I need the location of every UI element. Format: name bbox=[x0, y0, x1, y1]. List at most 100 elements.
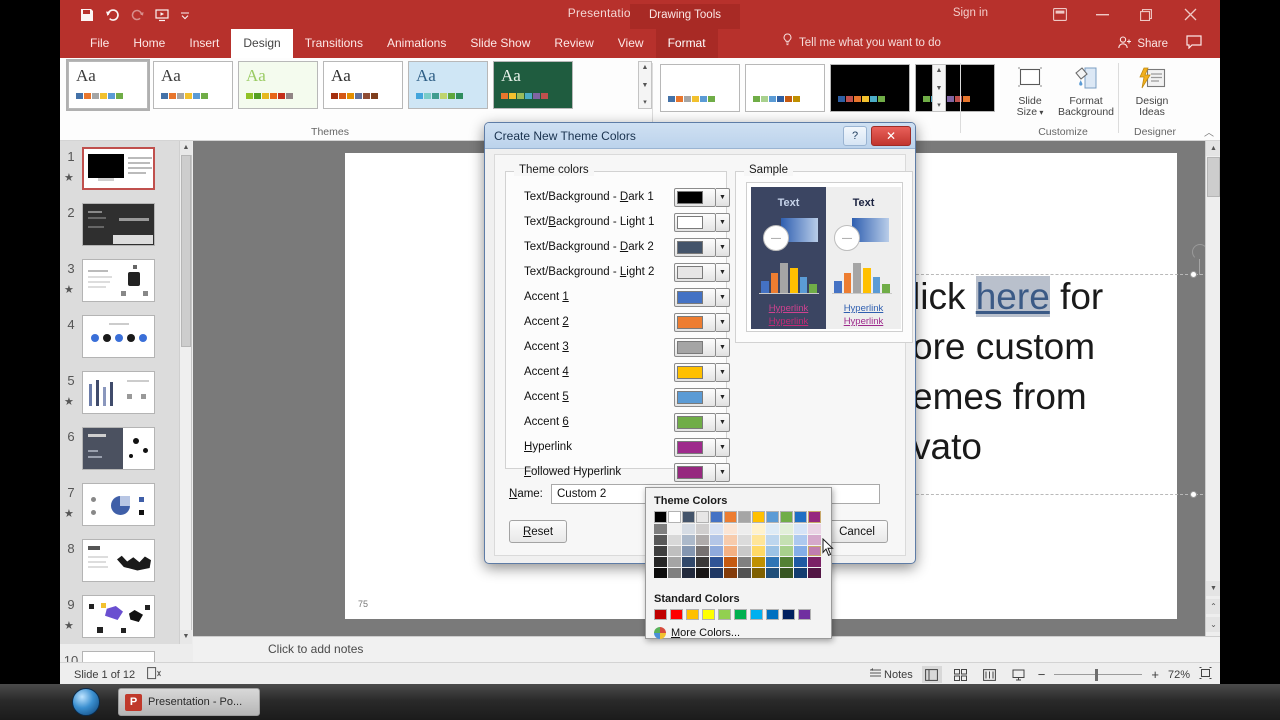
standard-color-cell[interactable] bbox=[766, 609, 779, 620]
slide-scroll-up-icon[interactable]: ▲ bbox=[1206, 141, 1220, 156]
gallery-scroll-up-icon[interactable]: ▲ bbox=[642, 62, 649, 73]
thumbnail-item-3[interactable]: 3★ bbox=[60, 259, 192, 302]
gallery-more-icon[interactable]: ▾ bbox=[643, 97, 647, 108]
thumbnail-preview[interactable] bbox=[82, 259, 155, 302]
chevron-down-icon[interactable]: ▼ bbox=[716, 388, 730, 407]
standard-color-cell[interactable] bbox=[782, 609, 795, 620]
collapse-ribbon-icon[interactable]: ︿ bbox=[1204, 124, 1214, 139]
theme-tint-cell[interactable] bbox=[808, 546, 821, 556]
close-icon[interactable] bbox=[1168, 0, 1212, 29]
theme-tint-cell[interactable] bbox=[752, 524, 765, 534]
share-button[interactable]: Share bbox=[1118, 36, 1168, 52]
slide-scroll-thumb[interactable] bbox=[1207, 157, 1220, 197]
chevron-down-icon[interactable]: ▼ bbox=[716, 213, 730, 232]
theme-tint-cell[interactable] bbox=[808, 535, 821, 545]
theme-tint-cell[interactable] bbox=[766, 568, 779, 578]
tab-format[interactable]: Format bbox=[656, 29, 718, 58]
thumbnail-item-7[interactable]: 7★ bbox=[60, 483, 192, 526]
text-placeholder[interactable]: lick here for ore custom emes from vato bbox=[911, 274, 1220, 495]
theme-tint-cell[interactable] bbox=[780, 568, 793, 578]
ribbon-theme-dividend[interactable]: Aa bbox=[408, 61, 488, 109]
standard-colors-grid[interactable] bbox=[654, 609, 813, 620]
slide-vertical-scrollbar[interactable]: ▲ ▼ ⌃ ⌄ bbox=[1205, 141, 1220, 636]
color-dropdown-followed-hyperlink[interactable]: ▼ bbox=[674, 463, 730, 482]
theme-tint-cell[interactable] bbox=[752, 568, 765, 578]
standard-color-cell[interactable] bbox=[702, 609, 715, 620]
theme-colors-grid[interactable] bbox=[654, 511, 821, 578]
ribbon-theme-white-b[interactable] bbox=[745, 64, 825, 112]
chevron-down-icon[interactable]: ▼ bbox=[716, 438, 730, 457]
theme-tint-cell[interactable] bbox=[696, 546, 709, 556]
standard-color-cell[interactable] bbox=[718, 609, 731, 620]
ribbon-theme-wisp[interactable]: Aa bbox=[323, 61, 403, 109]
theme-tint-cell[interactable] bbox=[710, 524, 723, 534]
zoom-in-button[interactable]: + bbox=[1151, 667, 1159, 682]
color-dropdown-hyperlink[interactable]: ▼ bbox=[674, 438, 730, 457]
notes-pane[interactable]: Click to add notes bbox=[193, 636, 1220, 662]
theme-tint-cell[interactable] bbox=[738, 524, 751, 534]
tab-transitions[interactable]: Transitions bbox=[293, 29, 375, 58]
theme-color-cell[interactable] bbox=[738, 511, 751, 523]
theme-tint-cell[interactable] bbox=[654, 568, 667, 578]
reset-button[interactable]: Reset bbox=[509, 520, 567, 543]
theme-tint-cell[interactable] bbox=[752, 546, 765, 556]
color-swatch-button-hyperlink[interactable] bbox=[674, 438, 716, 457]
themes-gallery-scroll[interactable]: ▲ ▼ ▾ bbox=[638, 61, 652, 109]
theme-tint-cell[interactable] bbox=[682, 568, 695, 578]
variants-more-icon[interactable]: ▾ bbox=[937, 100, 941, 111]
theme-tint-cell[interactable] bbox=[808, 557, 821, 567]
theme-tint-cell[interactable] bbox=[710, 546, 723, 556]
theme-tint-cell[interactable] bbox=[696, 524, 709, 534]
ribbon-theme-black-b[interactable] bbox=[915, 64, 995, 112]
themes-gallery[interactable]: AaAaAaAaAaAa bbox=[68, 61, 573, 109]
color-picker-dropdown[interactable]: Theme Colors Standard Colors More Colors… bbox=[645, 487, 832, 639]
thumbnail-item-2[interactable]: 2★ bbox=[60, 203, 192, 246]
color-swatch-button-accent-5[interactable] bbox=[674, 388, 716, 407]
ribbon-theme-plain[interactable]: Aa bbox=[153, 61, 233, 109]
theme-tint-cell[interactable] bbox=[794, 546, 807, 556]
theme-tint-cell[interactable] bbox=[710, 568, 723, 578]
zoom-slider-knob[interactable] bbox=[1095, 669, 1098, 681]
theme-tint-cell[interactable] bbox=[724, 535, 737, 545]
variants-gallery-scroll[interactable]: ▲ ▼ ▾ bbox=[932, 64, 946, 112]
tab-design[interactable]: Design bbox=[231, 29, 292, 58]
zoom-slider[interactable] bbox=[1054, 668, 1142, 682]
theme-color-cell[interactable] bbox=[752, 511, 765, 523]
slide-size-button[interactable]: Slide Size ▾ bbox=[1008, 67, 1052, 119]
theme-tint-cell[interactable] bbox=[710, 535, 723, 545]
ribbon-theme-facet[interactable]: Aa bbox=[238, 61, 318, 109]
taskbar-item-powerpoint[interactable]: P Presentation - Po... bbox=[118, 688, 260, 716]
color-swatch-button-followed-hyperlink[interactable] bbox=[674, 463, 716, 482]
standard-color-cell[interactable] bbox=[654, 609, 667, 620]
thumbnail-scrollbar[interactable]: ▲ ▼ bbox=[179, 141, 191, 644]
accessibility-checker-icon[interactable] bbox=[147, 667, 161, 683]
chevron-down-icon[interactable]: ▼ bbox=[716, 313, 730, 332]
color-swatch-button-text-background-dark-2[interactable] bbox=[674, 238, 716, 257]
thumbnail-preview[interactable] bbox=[82, 595, 155, 638]
slide-thumbnail-pane[interactable]: 1★2★3★4★5★6★7★8★9★10 ▲ ▼ bbox=[60, 141, 192, 644]
thumbnail-preview[interactable] bbox=[82, 203, 155, 246]
theme-tint-cell[interactable] bbox=[766, 524, 779, 534]
color-swatch-button-accent-1[interactable] bbox=[674, 288, 716, 307]
fit-slide-to-window-icon[interactable] bbox=[1199, 667, 1212, 682]
ribbon-theme-quotable[interactable]: Aa bbox=[493, 61, 573, 109]
resize-handle-bc[interactable] bbox=[1190, 491, 1197, 498]
zoom-level-label[interactable]: 72% bbox=[1168, 669, 1190, 681]
color-swatch-button-text-background-dark-1[interactable] bbox=[674, 188, 716, 207]
ribbon-theme-white-a[interactable] bbox=[660, 64, 740, 112]
theme-tint-cell[interactable] bbox=[668, 546, 681, 556]
theme-tint-cell[interactable] bbox=[738, 568, 751, 578]
theme-color-cell[interactable] bbox=[710, 511, 723, 523]
minimize-icon[interactable] bbox=[1080, 0, 1124, 29]
theme-color-cell[interactable] bbox=[724, 511, 737, 523]
theme-tint-cell[interactable] bbox=[766, 546, 779, 556]
theme-tint-cell[interactable] bbox=[738, 535, 751, 545]
theme-tint-cell[interactable] bbox=[654, 557, 667, 567]
slide-scroll-down-icon[interactable]: ▼ bbox=[1206, 581, 1220, 596]
chevron-down-icon[interactable]: ▼ bbox=[716, 338, 730, 357]
theme-tint-cell[interactable] bbox=[682, 557, 695, 567]
theme-tint-cell[interactable] bbox=[696, 557, 709, 567]
format-background-button[interactable]: Format Background bbox=[1055, 67, 1117, 119]
theme-tint-cell[interactable] bbox=[682, 535, 695, 545]
theme-tint-cell[interactable] bbox=[668, 535, 681, 545]
